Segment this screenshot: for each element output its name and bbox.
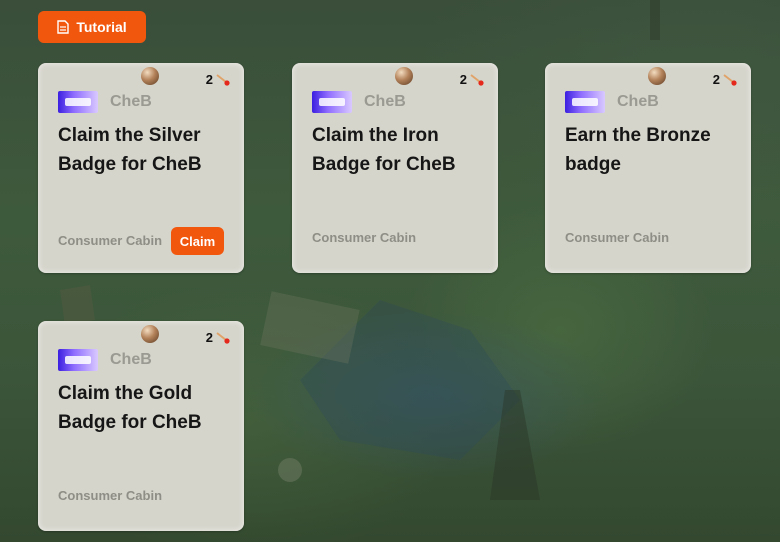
- match-icon: [216, 332, 230, 344]
- reward-count: 2: [460, 72, 484, 87]
- quest-card[interactable]: 2 CheB Claim the Silver Badge for CheB C…: [38, 63, 244, 273]
- match-icon: [470, 74, 484, 86]
- brand: CheB: [58, 91, 152, 113]
- brand-name: CheB: [364, 93, 406, 110]
- coin-icon: [395, 67, 413, 85]
- brand-name: CheB: [110, 93, 152, 110]
- brand-logo: [565, 91, 605, 113]
- coin-icon: [648, 67, 666, 85]
- claim-button[interactable]: Claim: [171, 227, 224, 255]
- brand-logo: [58, 91, 98, 113]
- coin-icon: [141, 325, 159, 343]
- match-icon: [216, 74, 230, 86]
- organization-name: Consumer Cabin: [58, 233, 163, 248]
- organization-name: Consumer Cabin: [58, 488, 163, 503]
- quest-title: Claim the Silver Badge for CheB: [58, 125, 202, 175]
- brand-logo: [58, 349, 98, 371]
- quest-title: Claim the Iron Badge for CheB: [312, 125, 456, 175]
- brand-logo: [312, 91, 352, 113]
- quest-card[interactable]: 2 CheB Claim the Iron Badge for CheB Con…: [292, 63, 498, 273]
- tutorial-button[interactable]: Tutorial: [38, 11, 146, 43]
- quest-title: Claim the Gold Badge for CheB: [58, 383, 202, 433]
- tutorial-label: Tutorial: [76, 19, 127, 35]
- brand-name: CheB: [110, 351, 152, 368]
- reward-count: 2: [206, 72, 230, 87]
- reward-count: 2: [713, 72, 737, 87]
- reward-count: 2: [206, 330, 230, 345]
- brand-name: CheB: [617, 93, 659, 110]
- document-icon: [57, 20, 70, 34]
- coin-icon: [141, 67, 159, 85]
- quest-card[interactable]: 2 CheB Earn the Bronze badge Consumer Ca…: [545, 63, 751, 273]
- match-icon: [723, 74, 737, 86]
- quest-title: Earn the Bronze badge: [565, 125, 711, 175]
- organization-name: Consumer Cabin: [312, 230, 417, 245]
- brand: CheB: [312, 91, 406, 113]
- brand: CheB: [58, 349, 152, 371]
- quest-card[interactable]: 2 CheB Claim the Gold Badge for CheB Con…: [38, 321, 244, 531]
- organization-name: Consumer Cabin: [565, 230, 670, 245]
- brand: CheB: [565, 91, 659, 113]
